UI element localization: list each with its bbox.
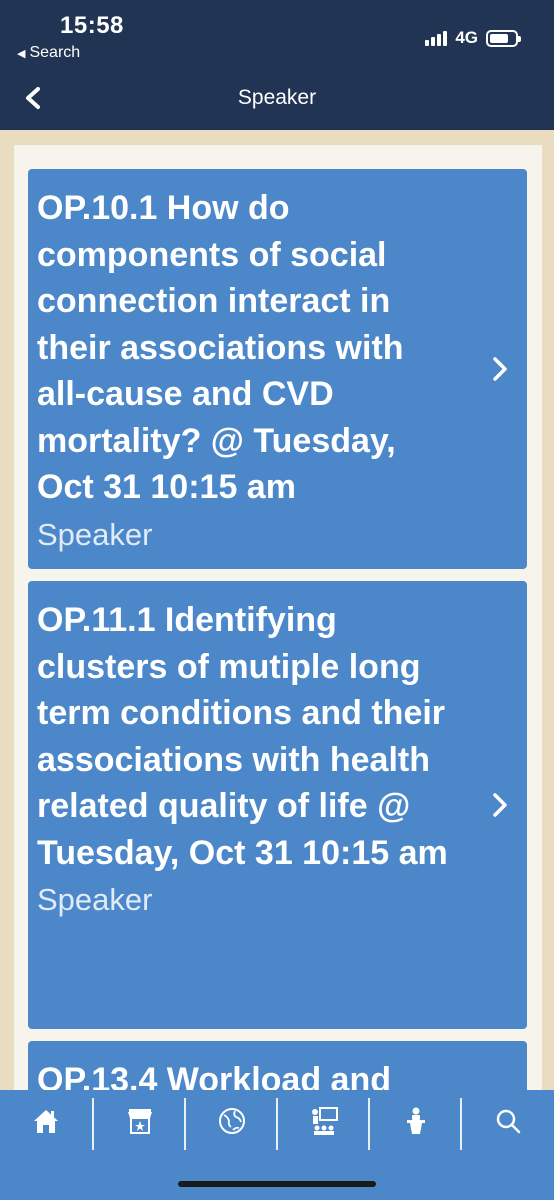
signal-icon	[425, 30, 448, 46]
tab-speakers[interactable]	[370, 1090, 462, 1152]
chevron-right-icon	[493, 357, 507, 381]
tab-search[interactable]	[462, 1090, 554, 1152]
back-to-search-label: Search	[29, 44, 81, 61]
session-role: Speaker	[37, 882, 153, 917]
session-role: Speaker	[37, 516, 153, 552]
back-triangle-icon: ◀	[17, 47, 26, 60]
speaker-podium-icon	[407, 1107, 425, 1134]
tab-exhibitors[interactable]	[94, 1090, 186, 1152]
session-title: OP.10.1 How do components of social conn…	[37, 189, 404, 506]
page-title: Speaker	[237, 86, 317, 109]
session-title: OP.11.1 Identifying clusters of mutiple …	[37, 601, 448, 872]
globe-icon	[219, 1108, 245, 1134]
chevron-right-icon	[493, 793, 507, 817]
tab-world[interactable]	[186, 1090, 278, 1152]
session-card[interactable]: OP.10.1 How do components of social conn…	[28, 169, 527, 569]
top-bar: 15:58 ◀ Search 4G Speaker	[0, 0, 554, 130]
booth-icon	[128, 1109, 152, 1134]
status-indicators: 4G	[425, 28, 521, 48]
session-card[interactable]: OP.11.1 Identifying clusters of mutiple …	[28, 581, 527, 1029]
session-title: OP.13.4 Workload and	[37, 1061, 391, 1090]
home-indicator	[178, 1181, 376, 1187]
home-icon	[34, 1110, 58, 1133]
status-time: 15:58	[60, 12, 124, 39]
tab-sessions[interactable]	[278, 1090, 370, 1152]
presentation-icon	[312, 1107, 338, 1135]
session-list: OP.10.1 How do components of social conn…	[14, 145, 542, 1090]
network-type: 4G	[455, 28, 478, 47]
search-icon	[496, 1109, 521, 1134]
back-to-search-link[interactable]: ◀ Search	[17, 44, 80, 62]
battery-icon	[486, 29, 521, 47]
tab-home[interactable]	[0, 1090, 92, 1152]
session-card[interactable]: OP.13.4 Workload and	[28, 1041, 527, 1090]
